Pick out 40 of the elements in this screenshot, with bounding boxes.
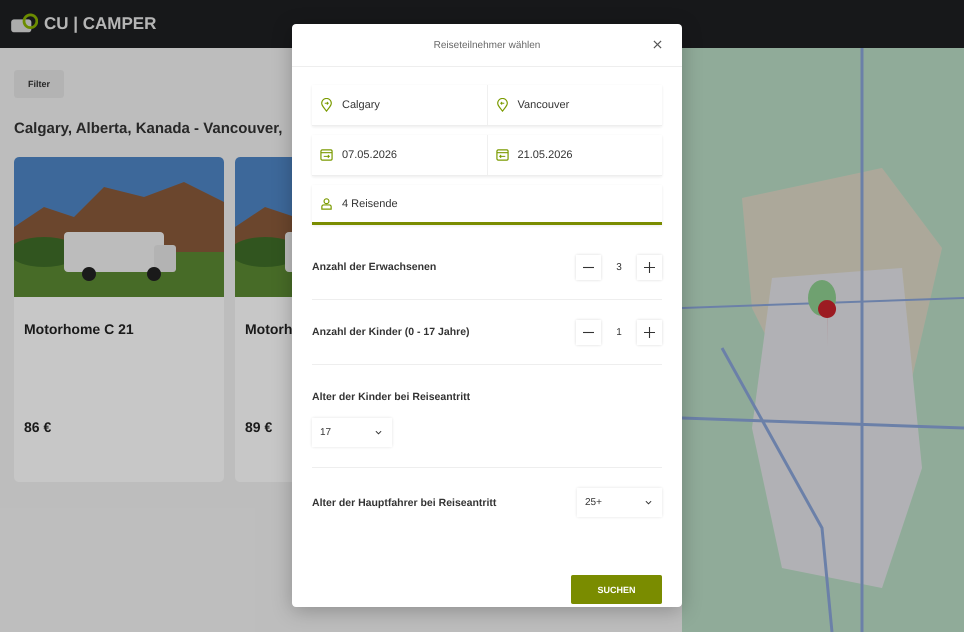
travelers-field[interactable]: 4 Reisende <box>312 185 662 225</box>
driver-age-label: Alter der Hauptfahrer bei Reiseantritt <box>312 496 496 508</box>
close-button[interactable] <box>651 38 664 51</box>
driver-age-select[interactable]: 25+ <box>577 488 662 517</box>
date-field[interactable]: 07.05.2026 21.05.2026 <box>312 135 662 176</box>
filter-button[interactable]: Filter <box>14 70 64 98</box>
plus-button[interactable] <box>637 254 662 280</box>
stepper-value: 1 <box>615 326 623 338</box>
person-icon <box>320 196 333 210</box>
stepper-label: Anzahl der Kinder (0 - 17 Jahre) <box>312 326 470 338</box>
pin-arrow-right-icon <box>320 98 333 112</box>
plus-icon <box>644 326 655 338</box>
location-field[interactable]: Calgary Vancouver <box>312 85 662 126</box>
date-text: 21.05.2026 <box>518 149 573 161</box>
child-age-label: Alter der Kinder bei Reiseantritt <box>312 391 470 403</box>
search-button[interactable]: SUCHEN <box>571 575 662 604</box>
calendar-arrow-left-icon <box>496 148 508 162</box>
location-text: Calgary <box>342 99 380 111</box>
pin-arrow-left-icon <box>496 98 508 112</box>
travelers-text: 4 Reisende <box>342 198 398 210</box>
camper-logo-icon <box>10 13 38 35</box>
results-heading: Calgary, Alberta, Kanada - Vancouver, <box>14 120 284 137</box>
price: 86 € <box>24 419 52 435</box>
camper-card[interactable]: Motorhome C 21 86 € <box>14 157 224 482</box>
location-text: Vancouver <box>518 99 570 111</box>
camper-title: Motorh <box>245 321 292 337</box>
logo-text: CU | CAMPER <box>44 14 156 34</box>
close-icon <box>653 40 662 49</box>
plus-button[interactable] <box>637 320 662 344</box>
calendar-arrow-right-icon <box>320 148 333 162</box>
stepper-label: Anzahl der Erwachsenen <box>312 261 436 273</box>
chevron-down-icon <box>375 430 382 435</box>
stepper-value: 3 <box>615 262 623 272</box>
chevron-down-icon <box>645 500 652 505</box>
camper-title: Motorhome C 21 <box>24 321 134 337</box>
plus-icon <box>644 262 655 272</box>
dialog-title: Reiseteilnehmer wählen <box>434 40 540 50</box>
price: 89 € <box>245 419 272 435</box>
date-text: 07.05.2026 <box>342 149 398 161</box>
child-age-select[interactable]: 17 <box>312 418 392 447</box>
